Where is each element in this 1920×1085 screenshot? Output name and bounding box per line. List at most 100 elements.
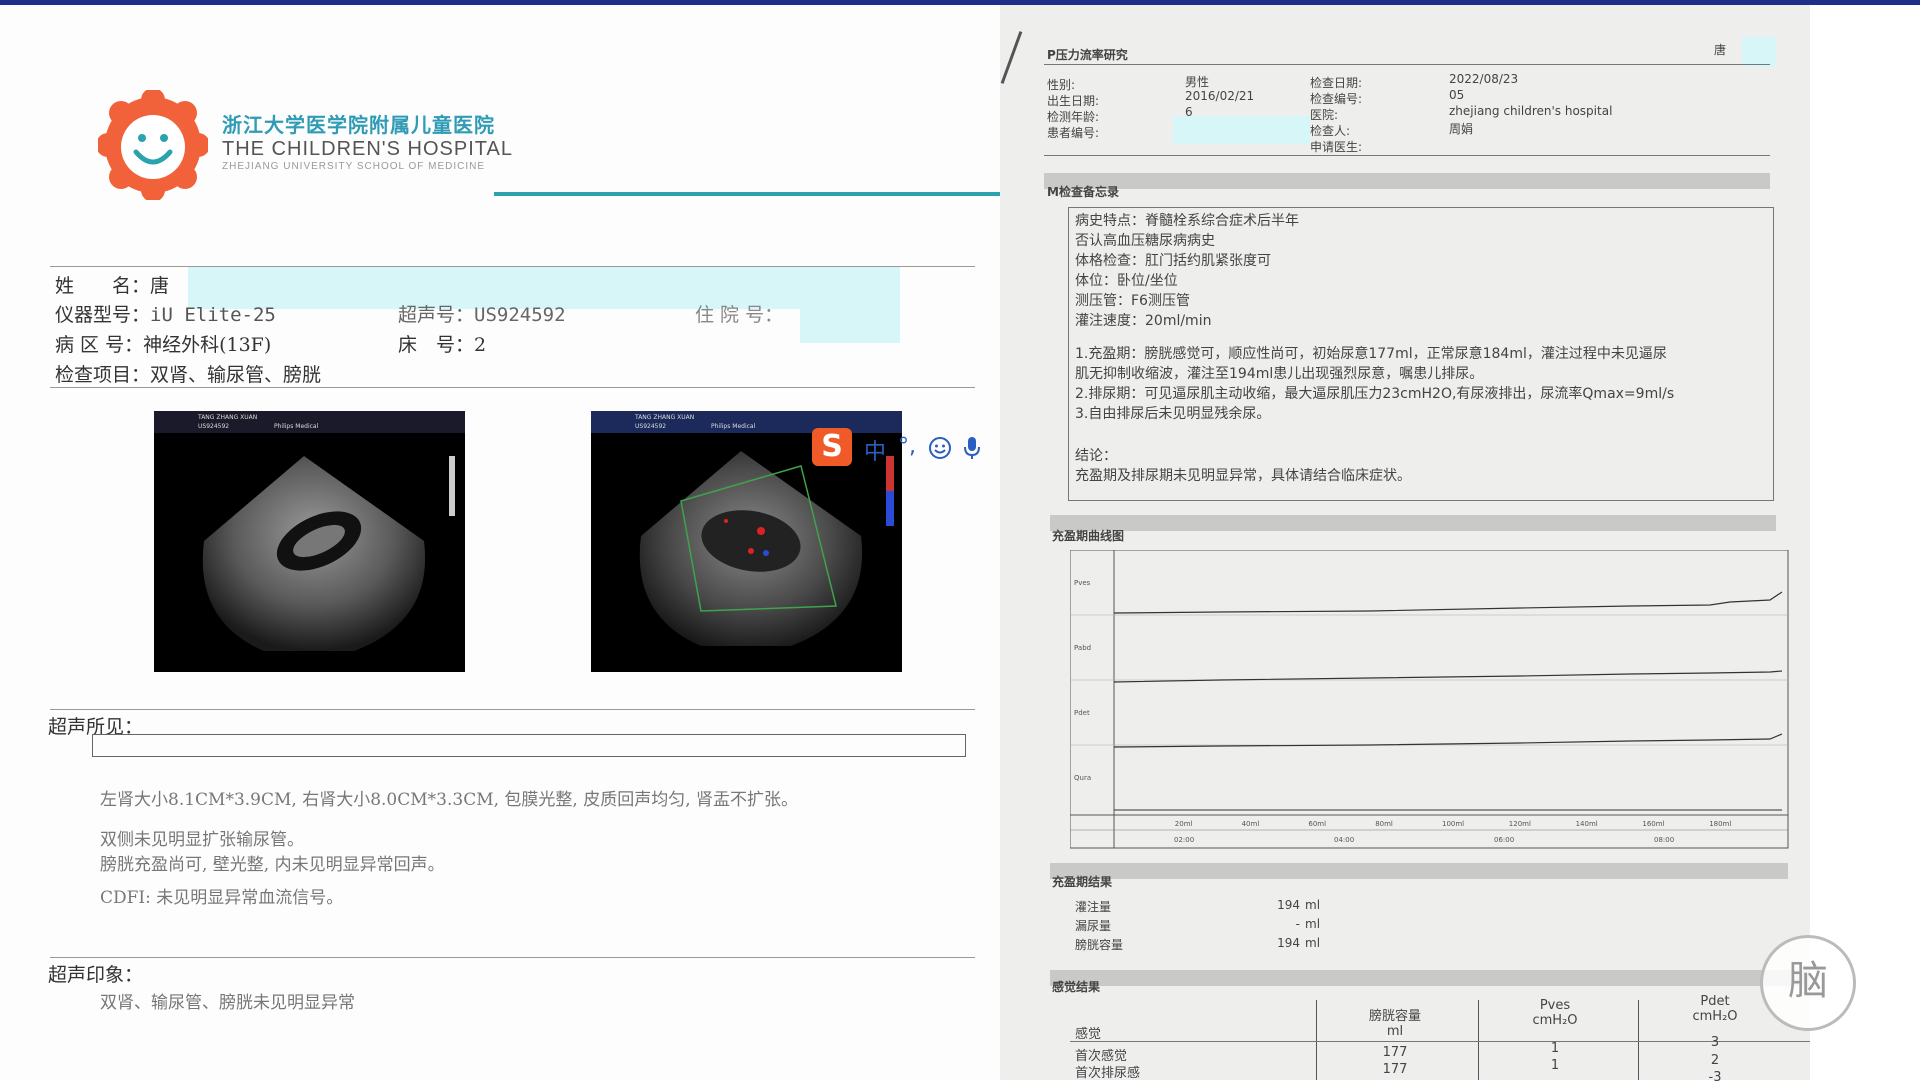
ime-logo[interactable]: S bbox=[812, 428, 852, 466]
chart-time-label: 06:00 bbox=[1494, 836, 1514, 844]
record-line: 测压管：F6测压管 bbox=[1075, 293, 1190, 309]
redaction-pid bbox=[1173, 116, 1310, 144]
conclusion-text: 充盈期及排尿期未见明显异常，具体请结合临床症状。 bbox=[1075, 468, 1411, 484]
chart-time-label: 08:00 bbox=[1654, 836, 1674, 844]
hospital-name-en: THE CHILDREN'S HOSPITAL bbox=[222, 138, 513, 160]
band bbox=[1044, 173, 1770, 189]
watermark-badge: 脑 bbox=[1760, 935, 1856, 1031]
divider bbox=[50, 957, 975, 958]
sense-title: 感觉结果 bbox=[1052, 980, 1101, 994]
ime-toolbar[interactable]: S 中 °, bbox=[812, 428, 1002, 466]
hosp-value: zhejiang children's hospital bbox=[1449, 104, 1613, 118]
sense-cell: 首次排尿感 bbox=[1075, 1066, 1141, 1081]
chart-title: 充盈期曲线图 bbox=[1052, 529, 1125, 543]
ultrasound-report: 浙江大学医学院附属儿童医院 THE CHILDREN'S HOSPITAL ZH… bbox=[0, 5, 1000, 1080]
chart-time-label: 02:00 bbox=[1174, 836, 1194, 844]
ward-row: 病 区 号：神经外科(13F) bbox=[55, 334, 272, 356]
impression-title: 超声印象： bbox=[48, 964, 144, 986]
fill-row-value: - bbox=[1295, 917, 1300, 931]
bed-row: 床 号：2 bbox=[398, 334, 487, 356]
sense-cell: 1 bbox=[1550, 1041, 1560, 1056]
chart-time-label: 04:00 bbox=[1334, 836, 1354, 844]
sex-value: 男性 bbox=[1185, 75, 1210, 89]
ime-punctuation-toggle[interactable]: °, bbox=[898, 434, 916, 459]
chart-tick-label: 140ml bbox=[1576, 820, 1598, 828]
record-line: 否认高血压糖尿病病史 bbox=[1075, 233, 1215, 249]
photo-edge-mark bbox=[1000, 31, 1023, 84]
urodynamic-report: P压力流率研究 唐 性别: 男性 出生日期: 2016/02/21 检测年龄: … bbox=[1000, 5, 1810, 1085]
axis-label-pdet: Pdet bbox=[1074, 709, 1090, 717]
chart-tick-label: 60ml bbox=[1308, 820, 1326, 828]
fill-row-value: 194 bbox=[1277, 936, 1300, 950]
fill-row-label: 漏尿量 bbox=[1075, 919, 1112, 933]
no-value: 05 bbox=[1449, 88, 1465, 102]
finding-line-4: CDFI: 未见明显异常血流信号。 bbox=[100, 888, 344, 908]
axis-label-qura: Qura bbox=[1074, 774, 1091, 782]
hospital-logo bbox=[98, 90, 208, 200]
axis-label-pves: Pves bbox=[1074, 579, 1091, 587]
findings-box bbox=[92, 734, 966, 757]
mic-icon[interactable] bbox=[962, 436, 982, 460]
divider bbox=[1044, 64, 1770, 65]
fill-row-value: 194 bbox=[1277, 898, 1300, 912]
device-row: 仪器型号：iU Elite-25 bbox=[55, 304, 276, 326]
chart-tick-label: 100ml bbox=[1442, 820, 1464, 828]
band bbox=[1050, 863, 1788, 879]
record-line: 肌无抑制收缩波，灌注至194ml患儿出现强烈尿意，嘱患儿排尿。 bbox=[1075, 366, 1484, 382]
hospital-school-en: ZHEJIANG UNIVERSITY SCHOOL OF MEDICINE bbox=[222, 161, 486, 172]
no-label: 检查编号: bbox=[1310, 92, 1363, 106]
sense-cell: -3 bbox=[1708, 1070, 1722, 1085]
ime-language-toggle[interactable]: 中 bbox=[864, 434, 886, 466]
record-line: 病史特点：脊髓栓系综合症术后半年 bbox=[1075, 213, 1299, 229]
finding-line-3: 膀胱充盈尚可, 壁光整, 内未见明显异常回声。 bbox=[100, 855, 445, 875]
fill-row-unit: ml bbox=[1305, 898, 1321, 912]
examiner-value: 周娟 bbox=[1449, 122, 1474, 136]
band bbox=[1050, 515, 1776, 531]
uro-title: P压力流率研究 bbox=[1047, 48, 1128, 62]
fill-row-unit: ml bbox=[1305, 936, 1321, 950]
record-title: M检查备忘录 bbox=[1047, 185, 1119, 199]
date-value: 2022/08/23 bbox=[1449, 72, 1519, 86]
record-line: 体格检查：肛门括约肌紧张度可 bbox=[1075, 253, 1271, 269]
divider bbox=[1044, 155, 1770, 156]
sense-cell: 2 bbox=[1710, 1053, 1720, 1068]
hosp-label: 医院: bbox=[1310, 108, 1339, 122]
record-line: 3.自由排尿后未见明显残余尿。 bbox=[1075, 406, 1271, 422]
finding-line-2: 双侧未见明显扩张输尿管。 bbox=[100, 830, 304, 850]
record-line: 1.充盈期：膀胱感觉可，顺应性尚可，初始尿意177ml，正常尿意184ml，灌注… bbox=[1075, 346, 1667, 362]
dob-value: 2016/02/21 bbox=[1185, 89, 1255, 103]
fill-title: 充盈期结果 bbox=[1052, 875, 1113, 889]
fill-row-label: 灌注量 bbox=[1075, 900, 1112, 914]
sense-cell: 177 bbox=[1382, 1062, 1408, 1077]
sense-header: Pves cmH₂O bbox=[1532, 998, 1578, 1028]
band bbox=[1050, 970, 1810, 986]
us-number: 超声号：US924592 bbox=[398, 304, 566, 326]
fill-row-unit: ml bbox=[1305, 917, 1321, 931]
sense-cell: 3 bbox=[1710, 1035, 1720, 1050]
filling-curve-chart: Pves Pabd Pdet Qura 20ml 40ml 60ml 80ml 100m… bbox=[1070, 550, 1789, 849]
chart-tick-label: 80ml bbox=[1375, 820, 1393, 828]
divider bbox=[50, 709, 975, 710]
chart-tick-label: 180ml bbox=[1709, 820, 1731, 828]
chart-tick-label: 120ml bbox=[1509, 820, 1531, 828]
age-label: 检测年龄: bbox=[1047, 110, 1100, 124]
sex-label: 性别: bbox=[1047, 78, 1076, 92]
impression-text: 双肾、输尿管、膀胱未见明显异常 bbox=[100, 993, 355, 1013]
chart-tick-label: 20ml bbox=[1175, 820, 1193, 828]
examiner-label: 检查人: bbox=[1310, 124, 1351, 138]
redaction-admission bbox=[800, 295, 900, 343]
header-divider bbox=[494, 192, 1000, 196]
ultrasound-image-1: TANG ZHANG XUAN US924592 Philips Medical bbox=[154, 411, 465, 672]
uro-patient-short: 唐 bbox=[1714, 43, 1727, 57]
smiley-icon[interactable] bbox=[928, 436, 952, 460]
record-line: 2.排尿期：可见逼尿肌主动收缩，最大逼尿肌压力23cmH2O,有尿液排出，尿流率… bbox=[1075, 386, 1675, 402]
sense-cell: 1 bbox=[1550, 1058, 1560, 1073]
axis-label-pabd: Pabd bbox=[1074, 644, 1091, 652]
pid-label: 患者编号: bbox=[1047, 126, 1100, 140]
right-margin bbox=[1810, 5, 1920, 1080]
fill-row-label: 膀胱容量 bbox=[1075, 938, 1124, 952]
hospital-name-cn: 浙江大学医学院附属儿童医院 bbox=[222, 113, 495, 137]
conclusion-label: 结论： bbox=[1075, 448, 1117, 464]
chart-tick-label: 40ml bbox=[1242, 820, 1260, 828]
sense-header: 感觉 bbox=[1075, 1027, 1102, 1042]
